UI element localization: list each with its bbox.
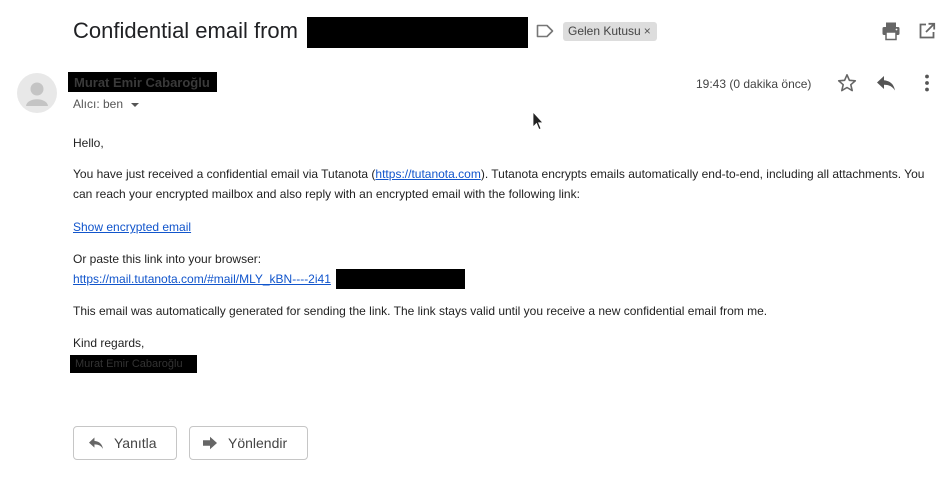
mouse-cursor-icon: [532, 111, 544, 131]
paste-instructions: Or paste this link into your browser:: [73, 252, 262, 266]
signature-text: Murat Emir Cabaroğlu: [75, 358, 183, 370]
print-icon[interactable]: [881, 21, 901, 41]
more-vert-icon[interactable]: [918, 73, 936, 93]
paste-link-paragraph: https://mail.tutanota.com/#mail/MLY_kBN-…: [73, 269, 331, 289]
chevron-down-icon: [131, 102, 140, 107]
open-in-new-window-icon[interactable]: [918, 22, 936, 40]
reply-button[interactable]: Yanıtla: [73, 426, 177, 460]
forward-button-label: Yönlendir: [228, 435, 288, 451]
show-encrypted-paragraph: Show encrypted email: [73, 217, 191, 237]
message-timestamp: 19:43 (0 dakika önce): [696, 77, 812, 91]
label-chip-inbox[interactable]: Gelen Kutusu ×: [563, 22, 657, 41]
reply-button-label: Yanıtla: [114, 435, 157, 451]
redaction-bar: [336, 269, 465, 289]
avatar-icon: [17, 73, 57, 113]
reply-icon: [89, 437, 103, 449]
recipient-label: Alıcı: ben: [73, 97, 124, 111]
label-chip-text: Gelen Kutusu: [568, 24, 641, 38]
closing-text: Kind regards,: [73, 336, 145, 350]
forward-button[interactable]: Yönlendir: [189, 426, 308, 460]
body-paragraph: You have just received a confidential em…: [73, 164, 933, 204]
sender-name: Murat Emir Cabaroğlu: [74, 75, 210, 90]
auto-generated-note: This email was automatically generated f…: [73, 304, 768, 318]
greeting-text: Hello,: [73, 136, 104, 150]
star-icon[interactable]: [837, 73, 857, 93]
reply-icon[interactable]: [876, 74, 896, 92]
email-view: Confidential email from Gelen Kutusu × Mu…: [0, 0, 945, 483]
body-text: You have just received a confidential em…: [73, 167, 376, 181]
tutanota-link[interactable]: https://tutanota.com: [375, 167, 480, 181]
label-arrow-icon[interactable]: [536, 23, 554, 39]
encrypted-mailbox-link[interactable]: https://mail.tutanota.com/#mail/MLY_kBN-…: [73, 272, 331, 286]
show-encrypted-email-link[interactable]: Show encrypted email: [73, 220, 191, 234]
remove-label-button[interactable]: ×: [644, 24, 651, 38]
redaction-bar: [307, 17, 528, 48]
recipient-dropdown[interactable]: Alıcı: ben: [73, 96, 140, 112]
forward-icon: [203, 436, 217, 450]
email-subject: Confidential email from: [73, 18, 298, 43]
